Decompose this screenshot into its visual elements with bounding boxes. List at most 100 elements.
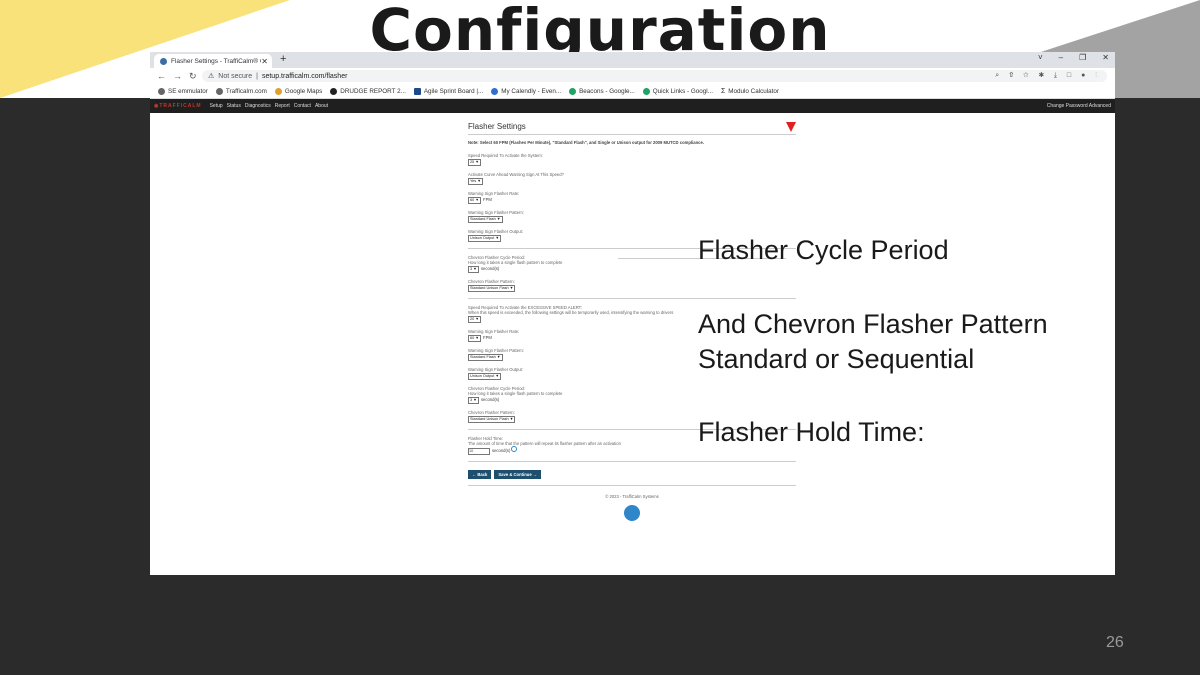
flasher-pattern-select[interactable]: Standard Flash ▼: [468, 216, 503, 223]
bookmark-item[interactable]: My Calendly - Even...: [491, 87, 561, 95]
callout-standard-sequential: Standard or Sequential: [698, 344, 975, 374]
excessive-speed-select[interactable]: 20 ▼: [468, 316, 482, 323]
curve-warning-select[interactable]: Yes ▼: [468, 178, 484, 185]
alert-chevron-cycle-select[interactable]: 3 ▼: [468, 397, 479, 404]
save-continue-button[interactable]: Save & Continue →: [494, 470, 541, 479]
activation-speed-select[interactable]: 25 ▼: [468, 159, 482, 166]
url-text: setup.trafficalm.com/flasher: [261, 72, 348, 80]
alert-flasher-pattern-select[interactable]: Standard Flash ▼: [468, 354, 503, 361]
yield-sign-icon: [786, 122, 796, 132]
field-alert-chevron-cycle: Chevron Flasher Cycle Period: How long i…: [468, 386, 796, 404]
chevron-pattern-select[interactable]: Standard Unison Flash ▼: [468, 285, 516, 292]
unit-label: FPM: [483, 335, 492, 340]
chevron-cycle-select[interactable]: 3 ▼: [468, 266, 479, 273]
nav-report[interactable]: Report: [275, 103, 290, 109]
tab-bar: Flasher Settings - TraffiCalm® Cl ✕ + ˅ …: [150, 52, 1115, 68]
flasher-output-select[interactable]: Unison Output ▼: [468, 235, 502, 242]
bookmark-item[interactable]: Beacons - Google...: [569, 87, 635, 95]
drive-icon: [642, 87, 650, 95]
bookmark-label: Trafficalm.com: [225, 87, 267, 95]
bookmark-item[interactable]: SE emmulator: [158, 87, 208, 95]
nav-status[interactable]: Status: [227, 103, 241, 109]
field-curve-warning: Activate Curve Ahead Warning Sign At Thi…: [468, 172, 796, 185]
address-bar-row: ← → ↻ ⚠ Not secure | setup.trafficalm.co…: [150, 68, 1115, 84]
form-buttons: ← Back Save & Continue →: [468, 470, 796, 479]
nav-about[interactable]: About: [315, 103, 328, 109]
bookmark-item[interactable]: Agile Sprint Board |...: [413, 87, 484, 95]
field-label: Chevron Flasher Pattern:: [468, 279, 515, 284]
trafficalm-badge-icon: [624, 505, 640, 521]
unit-label: second(s): [480, 266, 500, 271]
bookmarks-bar: SE emmulator Trafficalm.com Google Maps …: [150, 84, 1115, 99]
bookmark-label: SE emmulator: [168, 87, 208, 95]
field-label: Warning Sign Flasher Rate:: [468, 191, 520, 196]
compliance-note: Note: Select 60 FPM (Flashes Per Minute)…: [468, 140, 704, 145]
divider: [468, 298, 796, 299]
page-title: Flasher Settings: [468, 122, 526, 131]
calendly-icon: [491, 87, 499, 95]
reload-icon[interactable]: ↻: [189, 71, 197, 82]
new-tab-button[interactable]: +: [280, 53, 286, 65]
warning-icon: ⚠: [208, 73, 215, 80]
window-controls: ˅ – ❐ ✕: [1038, 53, 1109, 62]
nav-diagnostics[interactable]: Diagnostics: [245, 103, 271, 109]
divider: [468, 134, 796, 135]
divider: [468, 485, 796, 486]
bookmark-label: DRUDGE REPORT 2...: [340, 87, 406, 95]
unit-label: second(s): [480, 397, 500, 402]
field-label: Speed Required To Activate the System:: [468, 153, 543, 158]
account-links[interactable]: Change Password Advanced: [1047, 103, 1111, 109]
divider: [468, 461, 796, 462]
callout-chevron-pattern: And Chevron Flasher Pattern: [698, 309, 1048, 339]
bookmark-item[interactable]: Trafficalm.com: [215, 87, 267, 95]
url-separator: |: [256, 72, 258, 80]
bookmark-label: Agile Sprint Board |...: [423, 87, 484, 95]
url-field[interactable]: ⚠ Not secure | setup.trafficalm.com/flas…: [202, 70, 1107, 82]
globe-icon: [215, 87, 223, 95]
sigma-icon: Σ: [720, 87, 726, 95]
bookmark-item[interactable]: DRUDGE REPORT 2...: [330, 87, 406, 95]
tab-title: Flasher Settings - TraffiCalm® Cl: [171, 57, 262, 65]
field-label: Warning Sign Flasher Pattern:: [468, 210, 524, 215]
callout-hold-time: Flasher Hold Time:: [698, 417, 925, 447]
globe-icon: [158, 87, 165, 95]
nav-contact[interactable]: Contact: [294, 103, 311, 109]
not-secure-label: Not secure: [218, 72, 253, 80]
field-activation-speed: Speed Required To Activate the System: 2…: [468, 153, 796, 166]
flasher-settings-form: Flasher Settings Note: Select 60 FPM (Fl…: [468, 118, 796, 568]
trafficalm-logo[interactable]: ◉TRAFFICALM: [154, 103, 202, 109]
close-window-icon[interactable]: ✕: [1102, 53, 1109, 62]
alert-chevron-pattern-select[interactable]: Standard Unison Flash ▼: [468, 416, 516, 423]
callout-cycle-period: Flasher Cycle Period: [698, 235, 949, 265]
back-button[interactable]: ← Back: [468, 470, 492, 479]
tab-flasher-settings[interactable]: Flasher Settings - TraffiCalm® Cl ✕: [154, 54, 272, 68]
drudge-icon: [330, 87, 338, 95]
forward-icon[interactable]: →: [173, 71, 182, 81]
bookmark-item[interactable]: Google Maps: [274, 87, 323, 95]
unit-label: second(s): [492, 448, 511, 453]
drive-icon: [569, 87, 577, 95]
flasher-rate-select[interactable]: 60 ▼: [468, 197, 482, 204]
field-sublabel: How long it takes a single flash pattern…: [468, 391, 563, 396]
back-icon[interactable]: ←: [157, 71, 166, 81]
bookmark-item[interactable]: Σ Modulo Calculator: [721, 88, 779, 95]
page-number: 26: [1106, 634, 1124, 651]
hold-time-input[interactable]: 10: [468, 448, 490, 455]
help-icon[interactable]: [511, 446, 518, 452]
bookmark-label: Beacons - Google...: [579, 87, 635, 95]
toolbar-icons[interactable]: ⌕ ⇧ ☆ ✱ ⤓ □ ● ⋮: [995, 72, 1101, 80]
restore-icon[interactable]: ❐: [1079, 53, 1086, 62]
minimize-icon[interactable]: –: [1059, 53, 1063, 62]
tab-search-icon[interactable]: ˅: [1038, 53, 1043, 62]
alert-flasher-rate-select[interactable]: 60 ▼: [468, 335, 482, 342]
site-favicon-icon: [160, 57, 167, 65]
field-flasher-rate: Warning Sign Flasher Rate: 60 ▼ FPM: [468, 191, 796, 204]
footer-copyright: © 2023 - TraffiCalm Systems: [605, 494, 659, 499]
alert-flasher-output-select[interactable]: Unison Output ▼: [468, 373, 502, 380]
bookmark-label: Google Maps: [284, 87, 323, 95]
nav-setup[interactable]: Setup: [210, 103, 223, 109]
close-tab-icon[interactable]: ✕: [261, 57, 268, 66]
bookmark-item[interactable]: Quick Links - Googl...: [642, 87, 713, 95]
field-label: Chevron Flasher Pattern:: [468, 410, 515, 415]
field-chevron-pattern: Chevron Flasher Pattern: Standard Unison…: [468, 279, 796, 292]
